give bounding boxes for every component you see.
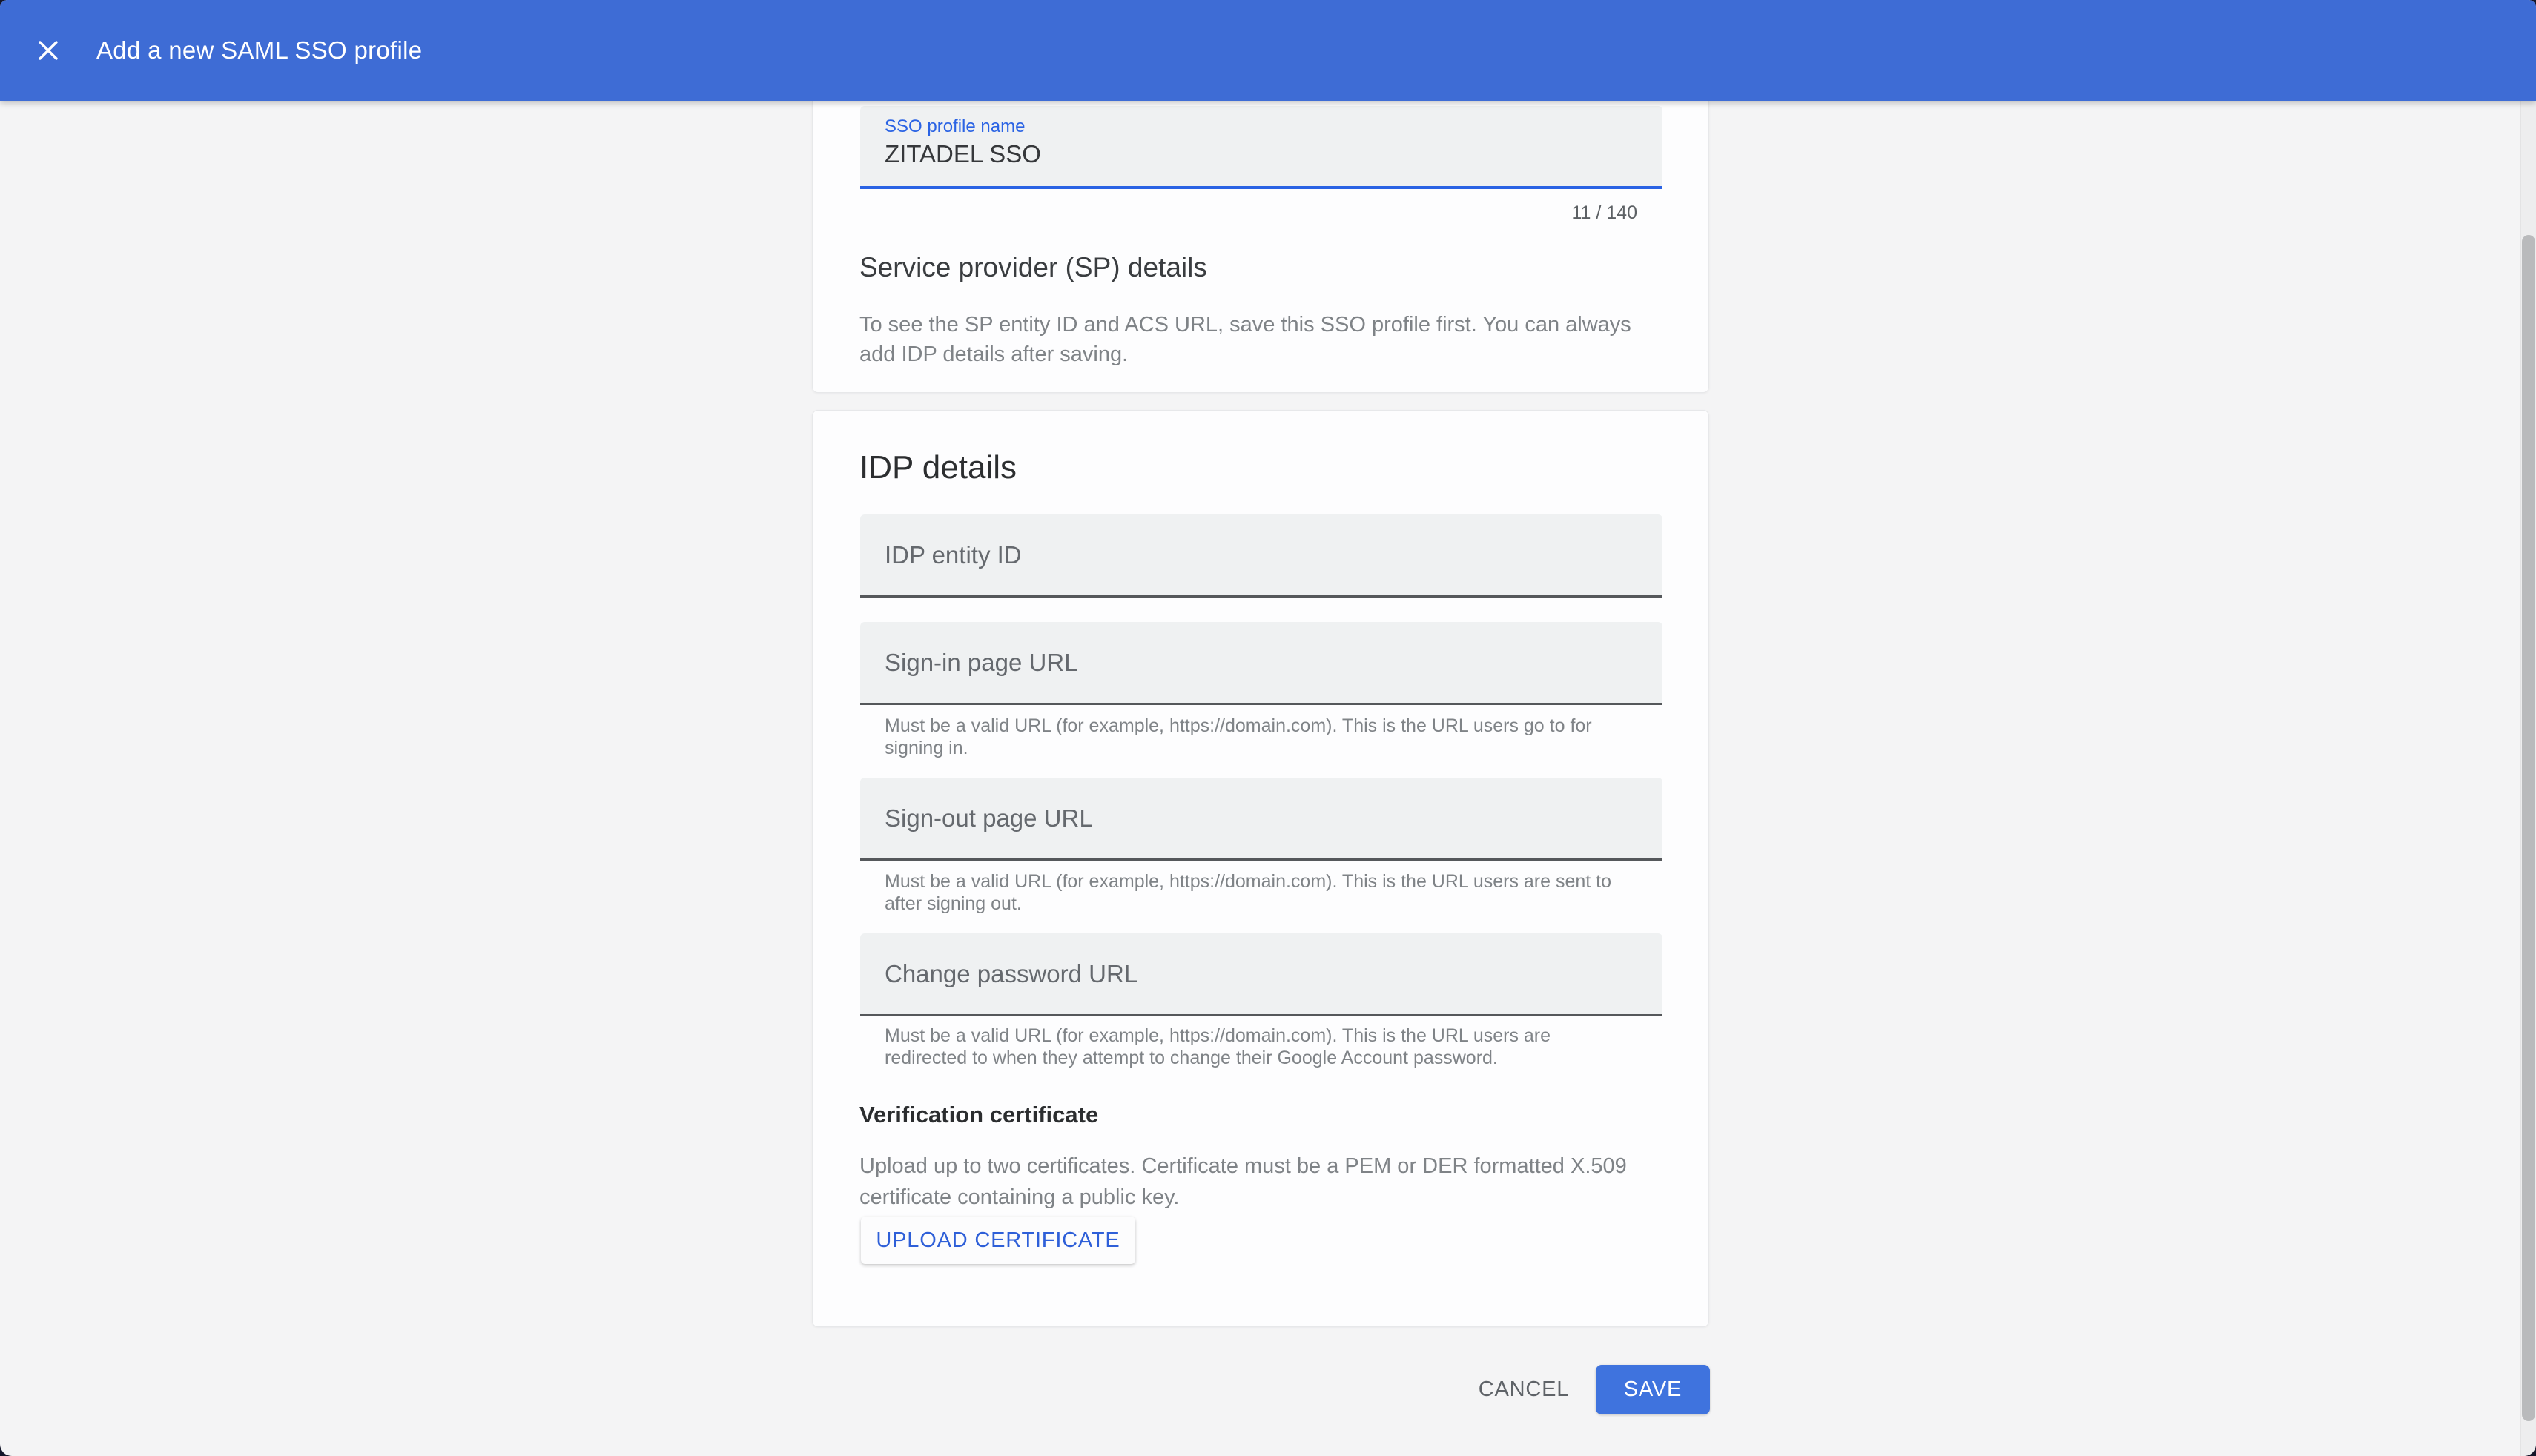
sp-details-heading: Service provider (SP) details bbox=[859, 252, 1207, 283]
sign-out-page-url-label: Sign-out page URL bbox=[860, 804, 1093, 833]
sp-details-description: To see the SP entity ID and ACS URL, sav… bbox=[859, 310, 1657, 369]
change-password-url-label: Change password URL bbox=[860, 960, 1137, 988]
close-icon[interactable] bbox=[36, 39, 60, 62]
dialog-title: Add a new SAML SSO profile bbox=[96, 0, 422, 101]
idp-details-heading: IDP details bbox=[859, 449, 1017, 486]
sign-in-page-url-field[interactable]: Sign-in page URL bbox=[860, 622, 1662, 705]
sign-in-page-url-label: Sign-in page URL bbox=[860, 649, 1078, 677]
change-password-url-helper-text: Must be a valid URL (for example, https:… bbox=[885, 1025, 1634, 1069]
sign-out-url-helper-text: Must be a valid URL (for example, https:… bbox=[885, 870, 1634, 915]
upload-certificate-button[interactable]: UPLOAD CERTIFICATE bbox=[861, 1217, 1135, 1264]
add-saml-sso-profile-dialog: Add a new SAML SSO profile SSO profile n… bbox=[0, 0, 2536, 1456]
save-button[interactable]: SAVE bbox=[1596, 1365, 1710, 1414]
idp-details-card: IDP details IDP entity ID Sign-in page U… bbox=[812, 410, 1709, 1327]
sso-profile-name-value: ZITADEL SSO bbox=[885, 140, 1041, 168]
verification-certificate-heading: Verification certificate bbox=[859, 1102, 1098, 1128]
sign-in-url-helper-text: Must be a valid URL (for example, https:… bbox=[885, 715, 1634, 759]
char-counter: 11 / 140 bbox=[1571, 202, 1637, 224]
cancel-button[interactable]: CANCEL bbox=[1468, 1367, 1579, 1412]
scrollbar-thumb[interactable] bbox=[2522, 235, 2535, 1421]
change-password-url-field[interactable]: Change password URL bbox=[860, 933, 1662, 1016]
scrollbar-track[interactable] bbox=[2520, 101, 2536, 1456]
sso-profile-name-field[interactable]: SSO profile name ZITADEL SSO bbox=[860, 106, 1662, 189]
idp-entity-id-field[interactable]: IDP entity ID bbox=[860, 514, 1662, 598]
verification-certificate-description: Upload up to two certificates. Certifica… bbox=[859, 1151, 1645, 1213]
sso-profile-name-label: SSO profile name bbox=[885, 116, 1025, 137]
dialog-header: Add a new SAML SSO profile bbox=[0, 0, 2536, 101]
sign-out-page-url-field[interactable]: Sign-out page URL bbox=[860, 778, 1662, 861]
sp-details-card: SSO profile name ZITADEL SSO 11 / 140 Se… bbox=[812, 101, 1709, 393]
idp-entity-id-label: IDP entity ID bbox=[860, 541, 1022, 569]
